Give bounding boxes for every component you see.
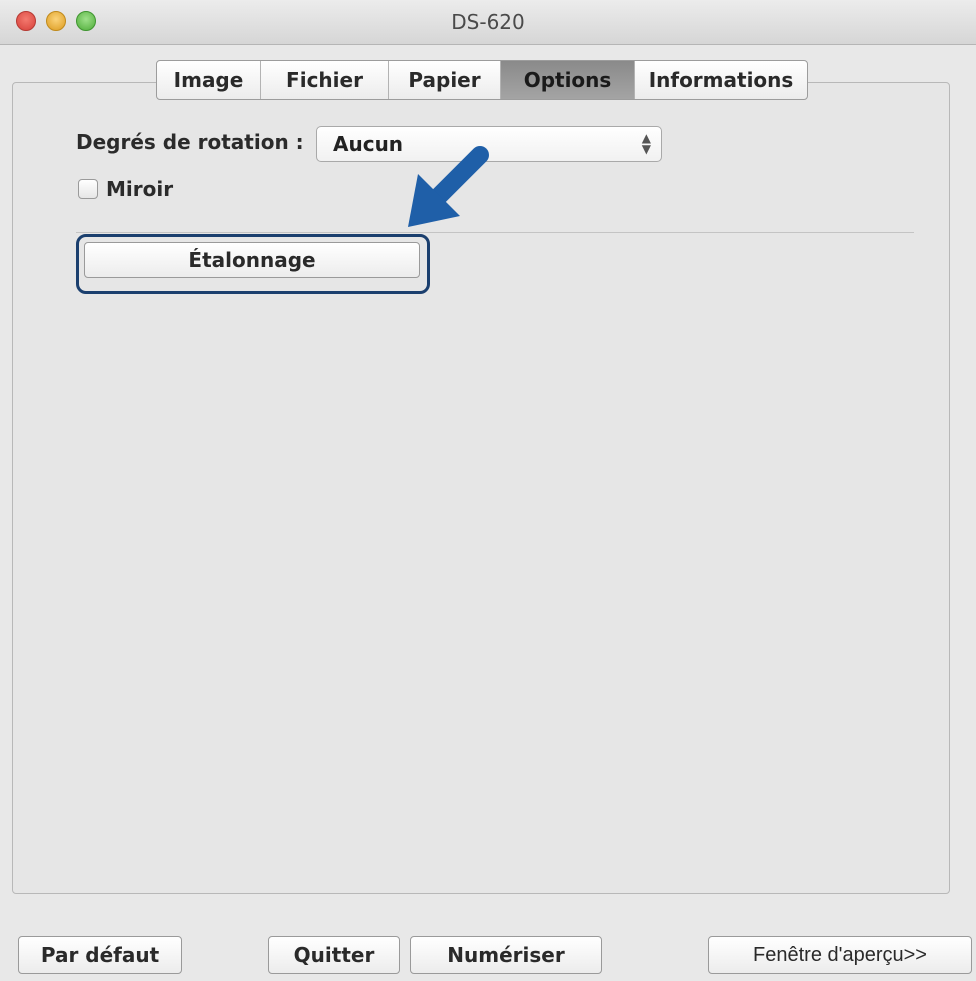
title-bar[interactable]: DS-620 [0,0,976,45]
tab-options[interactable]: Options [501,61,635,99]
scan-button[interactable]: Numériser [410,936,602,974]
scanner-window: DS-620 Image Fichier Papier Options Info… [0,0,976,981]
tab-papier[interactable]: Papier [389,61,501,99]
tab-bar: Image Fichier Papier Options Information… [156,60,808,100]
select-arrows-icon: ▲ ▼ [641,131,651,156]
preview-window-button[interactable]: Fenêtre d'aperçu>> [708,936,972,974]
default-button[interactable]: Par défaut [18,936,182,974]
rotation-select-value: Aucun [333,132,404,156]
tab-fichier[interactable]: Fichier [261,61,389,99]
tab-informations[interactable]: Informations [635,61,807,99]
quit-button[interactable]: Quitter [268,936,400,974]
window-title: DS-620 [451,10,525,34]
calibration-button[interactable]: Étalonnage [84,242,420,278]
rotation-label: Degrés de rotation : [76,130,304,154]
mirror-checkbox[interactable] [78,179,98,199]
callout-arrow-icon [408,146,489,227]
tab-image[interactable]: Image [157,61,261,99]
mirror-label: Miroir [106,177,174,201]
